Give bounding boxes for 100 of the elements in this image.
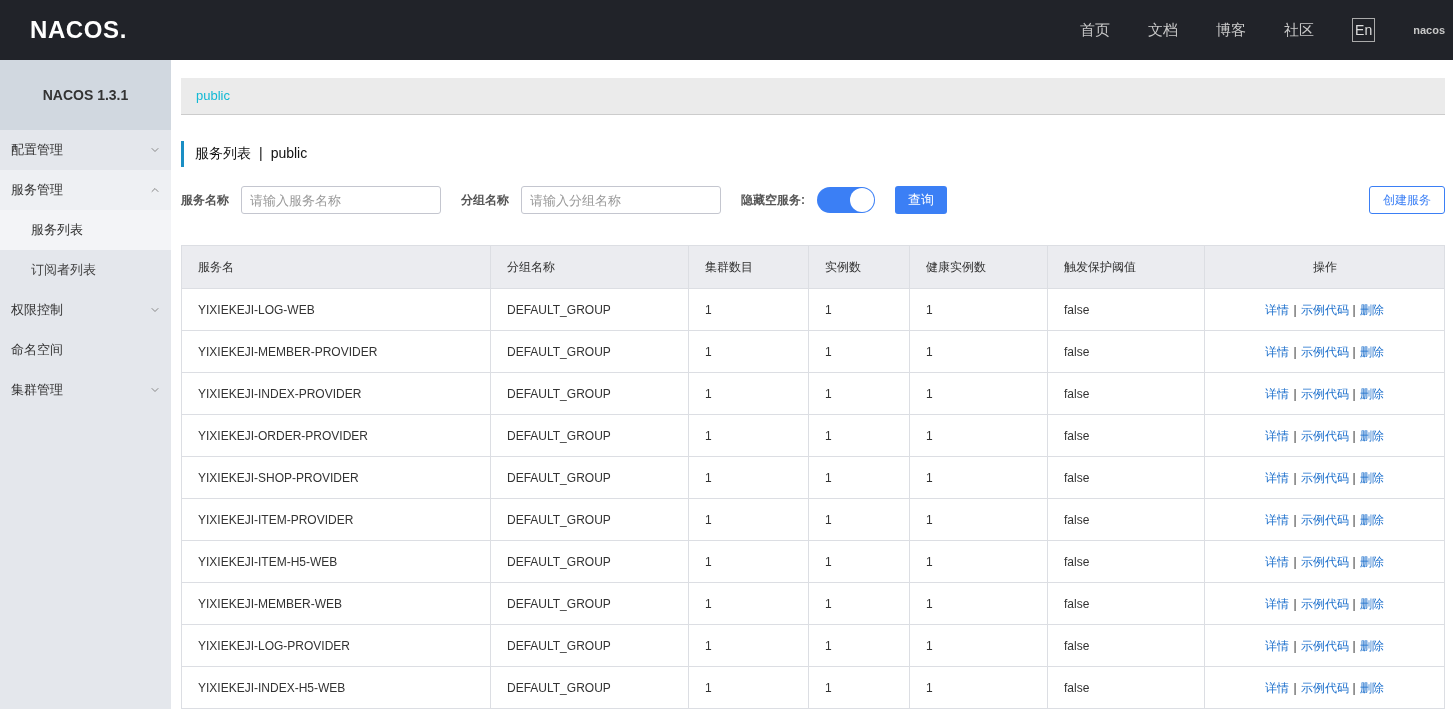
table-cell: 1 (910, 667, 1048, 708)
nav-link[interactable]: 社区 (1284, 18, 1315, 42)
sidebar-item[interactable]: 服务管理 (0, 170, 171, 210)
action-link[interactable]: 示例代码 (1300, 468, 1349, 487)
action-link[interactable]: 示例代码 (1300, 342, 1349, 361)
user-name[interactable]: nacos (1413, 21, 1445, 39)
table-cell: 1 (689, 373, 809, 414)
action-link[interactable]: 删除 (1359, 342, 1384, 361)
table-cell: 1 (689, 583, 809, 624)
action-link[interactable]: 详情 (1265, 342, 1290, 361)
service-name-field[interactable]: 请输入服务名称 (241, 186, 441, 214)
table-cell: DEFAULT_GROUP (491, 457, 689, 498)
group-name-field[interactable]: 请输入分组名称 (521, 186, 721, 214)
action-link[interactable]: 详情 (1265, 384, 1290, 403)
create-service-button[interactable]: 创建服务 (1369, 186, 1445, 214)
action-link[interactable]: 详情 (1265, 636, 1290, 655)
action-link[interactable]: 示例代码 (1300, 426, 1349, 445)
action-separator: | (1352, 637, 1356, 655)
table-cell: YIXIEKEJI-ITEM-PROVIDER (182, 499, 491, 540)
action-link[interactable]: 删除 (1359, 510, 1384, 529)
action-link[interactable]: 详情 (1265, 510, 1290, 529)
action-link[interactable]: 详情 (1265, 300, 1290, 319)
table-cell: 1 (910, 541, 1048, 582)
table-cell: 1 (809, 415, 910, 456)
action-separator: | (1352, 469, 1356, 487)
sidebar-item[interactable]: 集群管理 (0, 370, 171, 410)
action-separator: | (1293, 469, 1297, 487)
field-label: 分组名称 (461, 192, 510, 209)
action-link[interactable]: 删除 (1359, 594, 1384, 613)
action-link[interactable]: 示例代码 (1300, 594, 1349, 613)
table-cell: false (1048, 499, 1205, 540)
action-separator: | (1293, 679, 1297, 697)
table-cell: DEFAULT_GROUP (491, 583, 689, 624)
table-cell: DEFAULT_GROUP (491, 625, 689, 666)
nav-link[interactable]: 文档 (1148, 18, 1179, 42)
action-link[interactable]: 示例代码 (1300, 384, 1349, 403)
table-cell: 1 (689, 415, 809, 456)
sidebar-subitem[interactable]: 服务列表 (0, 210, 171, 250)
table-cell: 1 (910, 625, 1048, 666)
nav-link[interactable]: 博客 (1216, 18, 1247, 42)
action-link[interactable]: 示例代码 (1300, 510, 1349, 529)
action-link[interactable]: 示例代码 (1300, 300, 1349, 319)
language-button[interactable]: En (1352, 18, 1376, 42)
action-link[interactable]: 示例代码 (1300, 636, 1349, 655)
action-link[interactable]: 详情 (1265, 468, 1290, 487)
table-cell: false (1048, 667, 1205, 708)
action-link[interactable]: 删除 (1359, 552, 1384, 571)
action-link[interactable]: 示例代码 (1300, 678, 1349, 697)
table-cell: false (1048, 583, 1205, 624)
table-cell: YIXIEKEJI-LOG-WEB (182, 289, 491, 330)
table-cell: 1 (809, 667, 910, 708)
table-cell: false (1048, 625, 1205, 666)
action-separator: | (1293, 511, 1297, 529)
table-cell: YIXIEKEJI-LOG-PROVIDER (182, 625, 491, 666)
table-cell: false (1048, 457, 1205, 498)
query-button[interactable]: 查询 (895, 186, 947, 214)
action-link[interactable]: 详情 (1265, 678, 1290, 697)
action-link[interactable]: 删除 (1359, 384, 1384, 403)
table-cell: 1 (910, 331, 1048, 372)
action-separator: | (1352, 343, 1356, 361)
nav-link[interactable]: 首页 (1080, 18, 1111, 42)
action-link[interactable]: 删除 (1359, 468, 1384, 487)
table-cell: false (1048, 541, 1205, 582)
table-cell: 1 (809, 457, 910, 498)
table-cell: 1 (689, 331, 809, 372)
version-title: NACOS 1.3.1 (42, 85, 129, 105)
table-cell: DEFAULT_GROUP (491, 373, 689, 414)
action-link[interactable]: 删除 (1359, 426, 1384, 445)
column-header: 实例数 (809, 246, 910, 288)
table-cell: 1 (689, 499, 809, 540)
column-header: 操作 (1311, 259, 1338, 276)
table-cell: YIXIEKEJI-INDEX-H5-WEB (182, 667, 491, 708)
sidebar-subitem[interactable]: 订阅者列表 (0, 250, 171, 290)
logo[interactable]: NACOS. (30, 12, 127, 48)
action-link[interactable]: 删除 (1359, 678, 1384, 697)
action-link[interactable]: 删除 (1359, 300, 1384, 319)
table-cell: 1 (809, 583, 910, 624)
action-separator: | (1293, 553, 1297, 571)
column-header: 服务名 (182, 246, 491, 288)
action-link[interactable]: 详情 (1265, 594, 1290, 613)
action-link[interactable]: 示例代码 (1300, 552, 1349, 571)
table-cell: 1 (689, 667, 809, 708)
sidebar-item[interactable]: 权限控制 (0, 290, 171, 330)
table-cell: DEFAULT_GROUP (491, 289, 689, 330)
sidebar-item[interactable]: 配置管理 (0, 130, 171, 170)
action-separator: | (1352, 511, 1356, 529)
table-cell: 1 (910, 457, 1048, 498)
table-cell: YIXIEKEJI-ORDER-PROVIDER (182, 415, 491, 456)
action-separator: | (1352, 553, 1356, 571)
action-separator: | (1293, 385, 1297, 403)
title-separator: | (259, 144, 263, 164)
hide-empty-toggle[interactable] (817, 187, 875, 213)
table-cell: false (1048, 289, 1205, 330)
table-cell: YIXIEKEJI-MEMBER-WEB (182, 583, 491, 624)
table-cell: 1 (809, 541, 910, 582)
column-header: 健康实例数 (910, 246, 1048, 288)
action-link[interactable]: 详情 (1265, 426, 1290, 445)
action-link[interactable]: 删除 (1359, 636, 1384, 655)
sidebar-item[interactable]: 命名空间 (0, 330, 171, 370)
action-link[interactable]: 详情 (1265, 552, 1290, 571)
